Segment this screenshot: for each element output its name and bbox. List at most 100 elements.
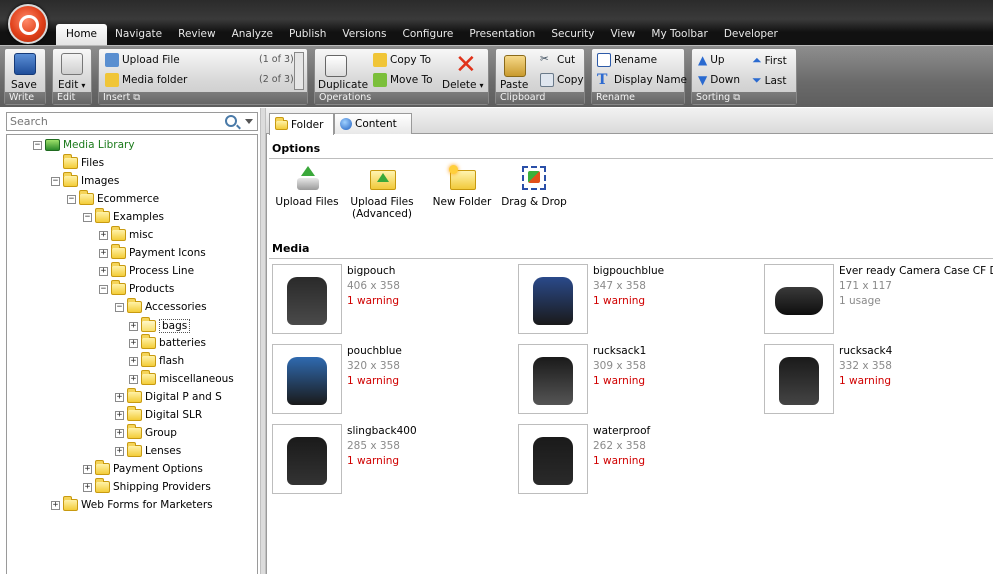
search-input[interactable] bbox=[10, 115, 220, 128]
tab-review[interactable]: Review bbox=[170, 24, 223, 45]
tree-item-web-forms-for-marketers[interactable]: + Web Forms for Marketers bbox=[51, 496, 213, 511]
media-item[interactable]: Ever ready Camera Case CF D200171 x 117 1… bbox=[764, 264, 993, 334]
tree-item-images[interactable]: − Images bbox=[51, 172, 119, 187]
warning-status[interactable]: 1 warning bbox=[593, 374, 646, 389]
cut-button[interactable]: ✂ Cut bbox=[540, 53, 575, 67]
tree-item-batteries[interactable]: + batteries bbox=[129, 334, 206, 349]
tree-item-files[interactable]: Files bbox=[51, 154, 104, 169]
expand-icon[interactable]: + bbox=[129, 321, 138, 331]
application-menu-button[interactable] bbox=[8, 4, 48, 44]
duplicate-button[interactable]: Duplicate bbox=[318, 79, 368, 91]
tree-item-products[interactable]: − Products bbox=[99, 280, 174, 295]
expand-icon[interactable]: + bbox=[99, 230, 108, 240]
tree-item-process-line[interactable]: + Process Line bbox=[99, 262, 194, 277]
media-item[interactable]: bigpouchblue 347 x 358 1 warning bbox=[518, 264, 664, 334]
tree-item-group[interactable]: + Group bbox=[115, 424, 177, 439]
media-thumbnail[interactable] bbox=[764, 344, 834, 414]
expand-icon[interactable]: + bbox=[83, 482, 92, 492]
media-name[interactable]: pouchblue bbox=[347, 344, 402, 359]
warning-status[interactable]: 1 warning bbox=[347, 294, 400, 309]
tree-item-bags[interactable]: + bags bbox=[129, 317, 191, 333]
tab-configure[interactable]: Configure bbox=[395, 24, 462, 45]
expand-icon[interactable]: + bbox=[129, 356, 138, 366]
last-button[interactable]: ⏷ Last bbox=[752, 73, 786, 88]
edit-button[interactable]: Edit ▾ bbox=[58, 79, 85, 91]
tab-my-toolbar[interactable]: My Toolbar bbox=[643, 24, 715, 45]
tree-item-examples[interactable]: − Examples bbox=[83, 208, 164, 223]
copy-button[interactable]: Copy bbox=[540, 73, 584, 87]
tree-item-accessories[interactable]: − Accessories bbox=[115, 298, 207, 313]
tree-item-payment-options[interactable]: + Payment Options bbox=[83, 460, 203, 475]
media-thumbnail[interactable] bbox=[272, 344, 342, 414]
paste-button[interactable]: Paste bbox=[500, 79, 528, 91]
tab-developer[interactable]: Developer bbox=[716, 24, 786, 45]
tree-item-digital-slr[interactable]: + Digital SLR bbox=[115, 406, 202, 421]
insert-gallery-scroller[interactable] bbox=[294, 52, 304, 90]
rename-button[interactable]: Rename bbox=[597, 53, 657, 67]
tree-item-lenses[interactable]: + Lenses bbox=[115, 442, 181, 457]
tab-navigate[interactable]: Navigate bbox=[107, 24, 170, 45]
tab-security[interactable]: Security bbox=[543, 24, 602, 45]
display-name-button[interactable]: T Display Name bbox=[597, 73, 687, 87]
media-item[interactable]: pouchblue 320 x 358 1 warning bbox=[272, 344, 402, 414]
tree-item-ecommerce[interactable]: − Ecommerce bbox=[67, 190, 159, 205]
media-thumbnail[interactable] bbox=[272, 424, 342, 494]
media-thumbnail[interactable] bbox=[518, 264, 588, 334]
copy-to-button[interactable]: Copy To bbox=[373, 53, 431, 67]
chevron-down-icon[interactable] bbox=[245, 119, 253, 124]
tree-item-media-library[interactable]: − Media Library bbox=[33, 139, 135, 151]
search-icon[interactable] bbox=[225, 115, 237, 127]
tab-versions[interactable]: Versions bbox=[334, 24, 394, 45]
upload-files-advanced-option[interactable]: Upload Files (Advanced) bbox=[347, 164, 417, 220]
dialog-launcher-icon[interactable]: ⧉ bbox=[733, 92, 740, 103]
expand-icon[interactable]: + bbox=[115, 392, 124, 402]
warning-status[interactable]: 1 warning bbox=[347, 374, 402, 389]
down-button[interactable]: ▼ Down bbox=[698, 73, 740, 87]
expand-icon[interactable]: + bbox=[99, 266, 108, 276]
media-item[interactable]: rucksack4 332 x 358 1 warning bbox=[764, 344, 892, 414]
up-button[interactable]: ▲ Up bbox=[698, 53, 725, 67]
tree-item-shipping-providers[interactable]: + Shipping Providers bbox=[83, 478, 211, 493]
warning-status[interactable]: 1 warning bbox=[593, 294, 664, 309]
usage-status[interactable]: 1 usage bbox=[839, 294, 993, 309]
expand-icon[interactable]: + bbox=[99, 248, 108, 258]
drag-and-drop-option[interactable]: Drag & Drop bbox=[499, 164, 569, 208]
tab-analyze[interactable]: Analyze bbox=[224, 24, 281, 45]
tree-item-payment-icons[interactable]: + Payment Icons bbox=[99, 244, 206, 259]
media-name[interactable]: slingback400 bbox=[347, 424, 417, 439]
warning-status[interactable]: 1 warning bbox=[593, 454, 650, 469]
collapse-icon[interactable]: − bbox=[33, 140, 42, 150]
collapse-icon[interactable]: − bbox=[51, 176, 60, 186]
expand-icon[interactable]: + bbox=[115, 428, 124, 438]
tree-item-misc[interactable]: + misc bbox=[99, 226, 153, 241]
collapse-icon[interactable]: − bbox=[115, 302, 124, 312]
media-name[interactable]: bigpouchblue bbox=[593, 264, 664, 279]
media-item[interactable]: bigpouch 406 x 358 1 warning bbox=[272, 264, 400, 334]
tree-item-digital-p-and-s[interactable]: + Digital P and S bbox=[115, 388, 222, 403]
new-folder-option[interactable]: New Folder bbox=[427, 164, 497, 208]
media-thumbnail[interactable] bbox=[764, 264, 834, 334]
collapse-icon[interactable]: − bbox=[67, 194, 76, 204]
media-item[interactable]: waterproof 262 x 358 1 warning bbox=[518, 424, 650, 494]
dialog-launcher-icon[interactable]: ⧉ bbox=[133, 92, 140, 103]
media-item[interactable]: rucksack1 309 x 358 1 warning bbox=[518, 344, 646, 414]
collapse-icon[interactable]: − bbox=[83, 212, 92, 222]
tree-item-miscellaneous[interactable]: + miscellaneous bbox=[129, 370, 234, 385]
tab-home[interactable]: Home bbox=[56, 24, 108, 45]
media-item[interactable]: slingback400 285 x 358 1 warning bbox=[272, 424, 417, 494]
media-folder-button[interactable]: Media folder bbox=[105, 73, 187, 87]
save-button[interactable]: Save bbox=[11, 79, 37, 91]
tab-view[interactable]: View bbox=[602, 24, 643, 45]
tab-presentation[interactable]: Presentation bbox=[461, 24, 543, 45]
first-button[interactable]: ⏶ First bbox=[752, 53, 787, 68]
expand-icon[interactable]: + bbox=[83, 464, 92, 474]
media-thumbnail[interactable] bbox=[518, 344, 588, 414]
media-name[interactable]: rucksack1 bbox=[593, 344, 646, 359]
tab-content[interactable]: Content bbox=[334, 113, 412, 134]
delete-button[interactable]: Delete ▾ bbox=[442, 79, 484, 91]
collapse-icon[interactable]: − bbox=[99, 284, 108, 294]
tree-item-flash[interactable]: + flash bbox=[129, 352, 184, 367]
warning-status[interactable]: 1 warning bbox=[839, 374, 892, 389]
media-name[interactable]: Ever ready Camera Case CF D200 bbox=[839, 264, 993, 279]
expand-icon[interactable]: + bbox=[129, 374, 138, 384]
